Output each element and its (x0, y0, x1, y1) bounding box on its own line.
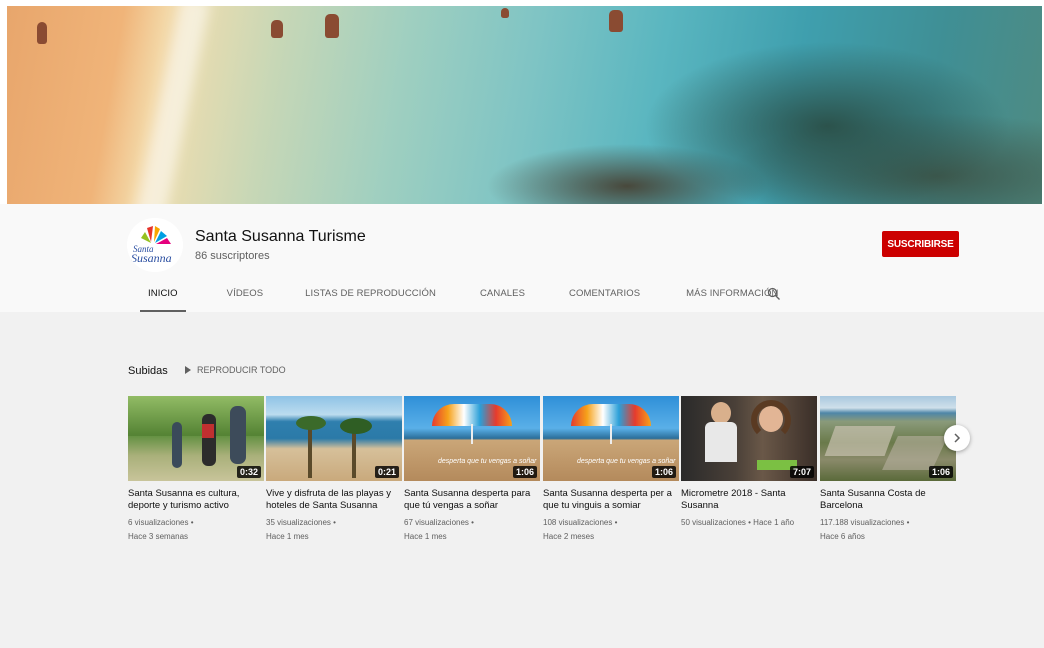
video-age: Hace 6 años (820, 532, 865, 541)
video-thumbnail[interactable]: 0:21 (266, 396, 402, 481)
video-thumbnail[interactable]: 0:32 (128, 396, 264, 481)
svg-text:Susanna: Susanna (131, 251, 172, 265)
video-card[interactable]: 1:06 Santa Susanna Costa de Barcelona 11… (820, 396, 956, 544)
video-title[interactable]: Santa Susanna es cultura, deporte y turi… (128, 488, 264, 512)
play-icon (185, 366, 191, 374)
video-title[interactable]: Santa Susanna desperta para que tú venga… (404, 488, 540, 512)
channel-avatar[interactable]: Santa Susanna (127, 218, 183, 272)
video-thumbnail[interactable]: desperta que tu vengas a soñar 1:06 (543, 396, 679, 481)
tab-channels[interactable]: CANALES (480, 280, 525, 312)
video-thumbnail[interactable]: 1:06 (820, 396, 956, 481)
video-duration: 1:06 (928, 466, 953, 478)
video-duration: 1:06 (512, 466, 537, 478)
video-duration: 0:21 (374, 466, 399, 478)
subscribe-button[interactable]: SUSCRIBIRSE (882, 231, 959, 257)
thumbnail-caption: desperta que tu vengas a soñar (438, 458, 537, 465)
video-age: Hace 1 mes (266, 532, 309, 541)
video-age: Hace 2 meses (543, 532, 595, 541)
video-views: 67 visualizaciones • (404, 518, 474, 527)
channel-banner (7, 6, 1042, 204)
tab-about[interactable]: MÁS INFORMACIÓN (686, 280, 778, 312)
santa-susanna-logo-icon: Santa Susanna (127, 218, 183, 272)
video-views: 117.188 visualizaciones • (820, 518, 910, 527)
video-card[interactable]: desperta que tu vengas a soñar 1:06 Sant… (543, 396, 679, 544)
video-age: Hace 3 semanas (128, 532, 189, 541)
video-thumbnail[interactable]: 7:07 (681, 396, 817, 481)
video-card[interactable]: desperta que tu vengas a soñar 1:06 Sant… (404, 396, 540, 544)
video-thumbnail[interactable]: desperta que tu vengas a soñar 1:06 (404, 396, 540, 481)
video-duration: 1:06 (651, 466, 676, 478)
video-views: 6 visualizaciones • (128, 518, 194, 527)
video-views: 50 visualizaciones • Hace 1 año (681, 518, 795, 527)
video-card[interactable]: 0:21 Vive y disfruta de las playas y hot… (266, 396, 402, 544)
video-duration: 7:07 (789, 466, 814, 478)
video-title[interactable]: Santa Susanna desperta per a que tu ving… (543, 488, 679, 512)
video-title[interactable]: Micrometre 2018 - Santa Susanna (681, 488, 817, 512)
subscriber-count: 86 suscriptores (195, 250, 270, 262)
video-age: Hace 1 mes (404, 532, 447, 541)
chevron-right-icon (954, 433, 961, 443)
thumbnail-caption: desperta que tu vengas a soñar (577, 458, 676, 465)
tab-comments[interactable]: COMENTARIOS (569, 280, 640, 312)
play-all-label: REPRODUCIR TODO (197, 365, 286, 375)
tab-inicio[interactable]: INICIO (140, 280, 186, 312)
search-icon[interactable] (767, 287, 781, 301)
tab-videos[interactable]: VÍDEOS (227, 280, 264, 312)
video-duration: 0:32 (236, 466, 261, 478)
channel-name: Santa Susanna Turisme (195, 228, 366, 245)
carousel-next-button[interactable] (944, 425, 970, 451)
video-views: 35 visualizaciones • (266, 518, 336, 527)
play-all-button[interactable]: REPRODUCIR TODO (185, 365, 286, 375)
video-views: 108 visualizaciones • (543, 518, 618, 527)
channel-tabs: INICIO VÍDEOS LISTAS DE REPRODUCCIÓN CAN… (127, 280, 778, 312)
section-title: Subidas (128, 365, 168, 377)
video-title[interactable]: Vive y disfruta de las playas y hoteles … (266, 488, 402, 512)
tab-playlists[interactable]: LISTAS DE REPRODUCCIÓN (305, 280, 436, 312)
video-card[interactable]: 0:32 Santa Susanna es cultura, deporte y… (128, 396, 264, 544)
video-title[interactable]: Santa Susanna Costa de Barcelona (820, 488, 956, 512)
video-card[interactable]: 7:07 Micrometre 2018 - Santa Susanna 50 … (681, 396, 817, 530)
